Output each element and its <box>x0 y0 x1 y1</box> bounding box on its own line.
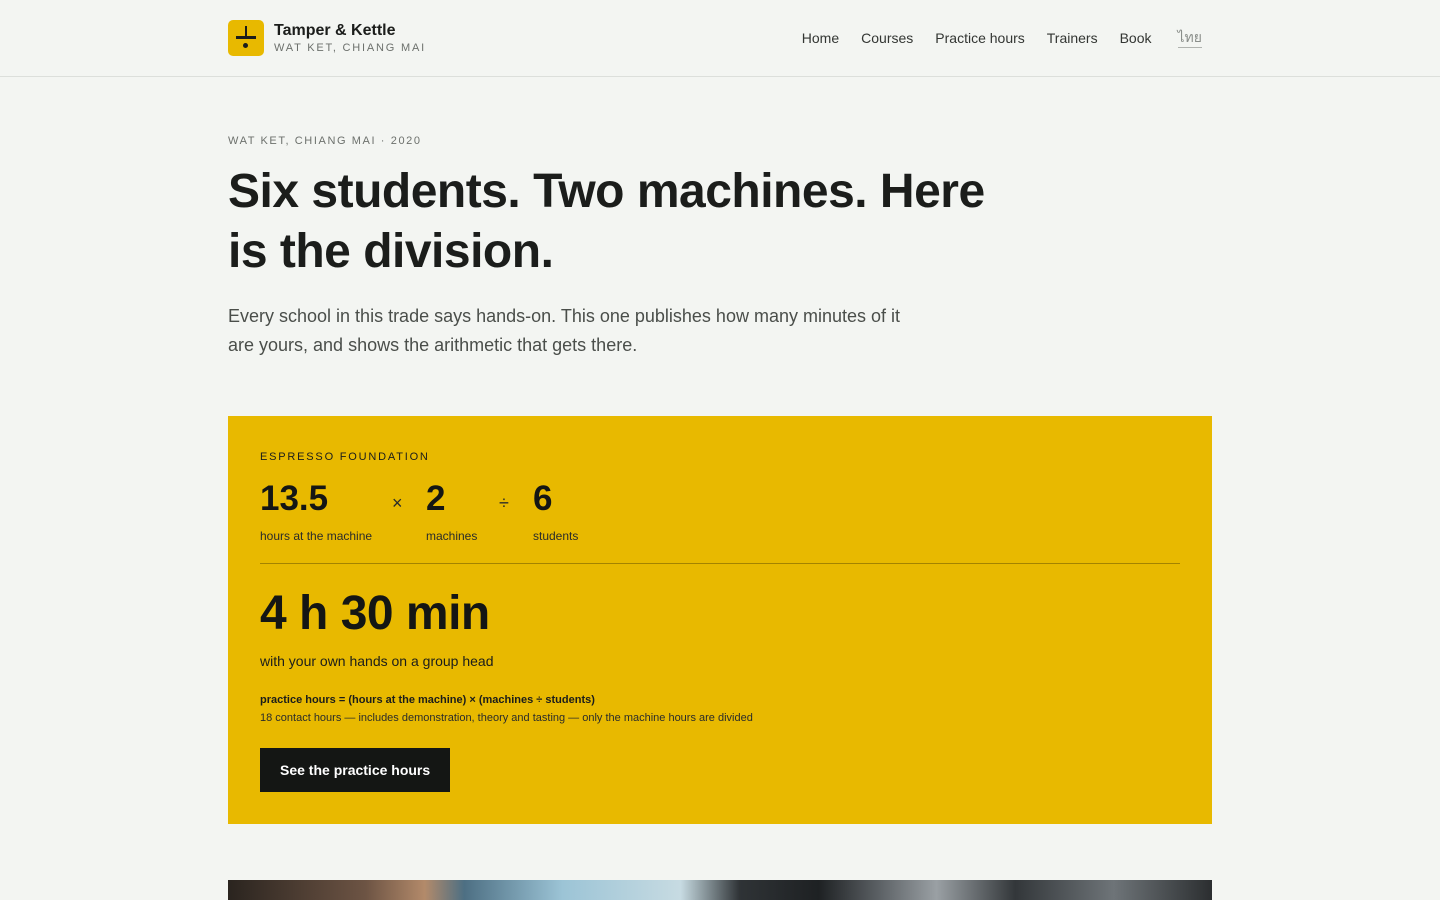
nav-trainers[interactable]: Trainers <box>1047 29 1098 47</box>
brand-location: WAT KET, CHIANG MAI <box>274 42 426 54</box>
term-value: 2 <box>426 479 446 518</box>
result-value: 4 h 30 min <box>260 587 490 640</box>
term-caption: machines <box>426 529 478 543</box>
term-machines: 2 machines <box>426 478 477 543</box>
divide-operator: ÷ <box>499 493 509 513</box>
see-practice-hours-button[interactable]: See the practice hours <box>260 748 451 792</box>
site-header: Tamper & Kettle WAT KET, CHIANG MAI Home… <box>0 0 1440 77</box>
brand[interactable]: Tamper & Kettle WAT KET, CHIANG MAI <box>228 20 426 56</box>
page-title: Six students. Two machines. Here is the … <box>228 165 985 278</box>
language-switch-thai[interactable]: ไทย <box>1177 28 1202 48</box>
formula: practice hours = (hours at the machine) … <box>260 694 595 706</box>
multiply-operator: × <box>392 493 403 513</box>
brand-name: Tamper & Kettle <box>274 22 396 39</box>
practice-hours-calculation: ESPRESSO FOUNDATION 13.5 hours at the ma… <box>228 416 1212 824</box>
main-nav: Home Courses Practice hours Trainers Boo… <box>780 28 1202 48</box>
term-students: 6 students <box>533 478 578 543</box>
hero-eyebrow: WAT KET, CHIANG MAI · 2020 <box>228 135 422 147</box>
course-name: ESPRESSO FOUNDATION <box>260 451 430 463</box>
term-caption: hours at the machine <box>260 529 373 543</box>
hero-lede: Every school in this trade says hands-on… <box>228 306 901 355</box>
espresso-machine-photo <box>228 880 1212 900</box>
nav-practice-hours[interactable]: Practice hours <box>935 29 1024 47</box>
formula-note: 18 contact hours — includes demonstratio… <box>260 712 753 724</box>
result-caption: with your own hands on a group head <box>260 653 494 669</box>
division-logo-icon <box>228 20 264 56</box>
nav-home[interactable]: Home <box>802 29 839 47</box>
term-machine-hours: 13.5 hours at the machine <box>260 478 372 543</box>
term-caption: students <box>533 529 579 543</box>
nav-book[interactable]: Book <box>1120 29 1152 47</box>
nav-courses[interactable]: Courses <box>861 29 913 47</box>
term-value: 6 <box>533 479 553 518</box>
brand-text: Tamper & Kettle WAT KET, CHIANG MAI <box>274 21 426 55</box>
divider <box>260 563 1180 564</box>
term-value: 13.5 <box>260 479 329 518</box>
